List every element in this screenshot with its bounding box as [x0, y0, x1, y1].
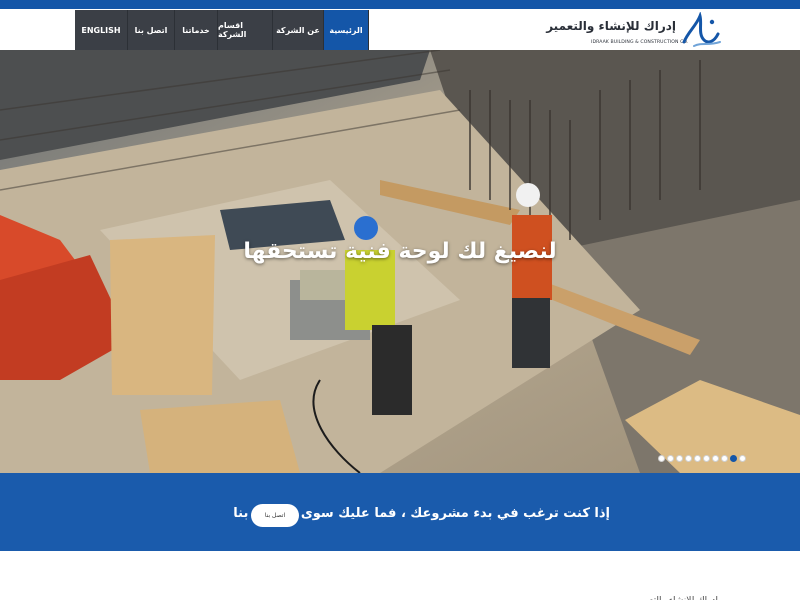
top-accent-strip [0, 0, 800, 9]
content-section [0, 551, 800, 600]
hero-slider: لنصيغ لك لوحة فنية تستحقها [0, 50, 800, 473]
slider-dot[interactable] [676, 455, 683, 462]
logo-arabic-text: إدراك للإنشاء والتعمير [546, 19, 676, 33]
slider-dot[interactable] [694, 455, 701, 462]
nav-item-services[interactable]: خدماتنا [175, 10, 218, 50]
slider-dot[interactable] [703, 455, 710, 462]
slider-dot[interactable] [667, 455, 674, 462]
slider-dot[interactable] [685, 455, 692, 462]
nav-item-contact[interactable]: اتصل بنا [128, 10, 175, 50]
partial-heading-text: إدراك للإنشاء والتعمير [608, 594, 718, 600]
nav-item-english[interactable]: ENGLISH [75, 10, 128, 50]
slider-dot[interactable] [721, 455, 728, 462]
slider-dot-active[interactable] [730, 455, 737, 462]
slider-dot[interactable] [658, 455, 665, 462]
nav-item-about[interactable]: عن الشركة [273, 10, 324, 50]
contact-cta-band: إذا كنت ترغب في بدء مشروعك ، فما عليك سو… [0, 473, 800, 551]
slider-dot[interactable] [739, 455, 746, 462]
slider-dot[interactable] [712, 455, 719, 462]
contact-us-button[interactable]: اتصل بنا [251, 504, 299, 527]
hero-headline: لنصيغ لك لوحة فنية تستحقها [243, 239, 557, 264]
nav-item-home[interactable]: الرئيسية [324, 10, 369, 50]
logo-english-text: IDRAAK BUILDING & CONSTRUCTION CO. [591, 40, 689, 45]
logo-mark-icon [682, 12, 721, 47]
main-nav: ENGLISH اتصل بنا خدماتنا اقسام الشركة عن… [75, 10, 369, 50]
slider-pagination [658, 455, 746, 462]
company-logo[interactable]: إدراك للإنشاء والتعمير IDRAAK BUILDING &… [546, 12, 728, 52]
nav-item-departments[interactable]: اقسام الشركة [218, 10, 273, 50]
